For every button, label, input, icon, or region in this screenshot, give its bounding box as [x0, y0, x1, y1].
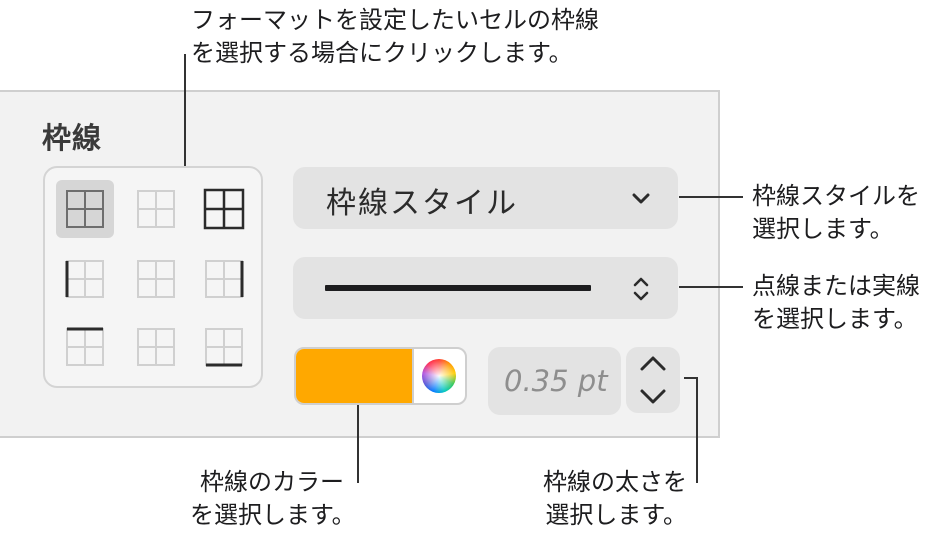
callout-border-color: 枠線のカラー を選択します。	[190, 466, 356, 532]
all-borders-icon	[66, 190, 104, 228]
callout-line: 点線または実線	[752, 272, 920, 300]
leader-line	[679, 286, 743, 288]
border-selector	[43, 166, 263, 388]
line-type-popup[interactable]	[293, 257, 678, 319]
callout-line-type: 点線または実線 を選択します。	[752, 270, 920, 336]
leader-line	[696, 377, 698, 483]
chevron-down-icon[interactable]	[637, 385, 669, 407]
callout-border-grid: フォーマットを設定したいセルの枠線 を選択する場合にクリックします。	[191, 4, 599, 70]
border-style-label: 枠線スタイル	[326, 186, 518, 221]
inside-vertical-border-button[interactable]	[127, 250, 185, 308]
callout-line: を選択します。	[190, 501, 356, 529]
callout-border-style: 枠線スタイルを 選択します。	[752, 180, 920, 246]
border-width-field[interactable]: 0.35 pt	[488, 347, 621, 415]
up-down-chevron-icon	[633, 277, 649, 301]
outside-borders-button[interactable]	[195, 180, 253, 238]
callout-border-width: 枠線の太さを 選択します。	[533, 466, 687, 532]
leader-line	[184, 54, 186, 166]
border-width-stepper[interactable]	[626, 347, 680, 413]
section-title: 枠線	[42, 121, 103, 155]
left-border-icon	[65, 260, 104, 298]
callout-line: を選択します。	[752, 305, 918, 333]
callout-line: を選択する場合にクリックします。	[191, 39, 573, 67]
border-color-well[interactable]	[294, 347, 467, 405]
color-swatch[interactable]	[296, 349, 414, 403]
left-border-button[interactable]	[56, 250, 114, 308]
callout-line: フォーマットを設定したいセルの枠線	[191, 6, 599, 34]
right-border-button[interactable]	[195, 250, 253, 308]
chevron-up-icon[interactable]	[637, 353, 669, 375]
callout-line: 枠線のカラー	[200, 468, 344, 496]
top-border-icon	[66, 327, 104, 366]
right-border-icon	[205, 260, 244, 298]
callout-line: 選択します。	[752, 215, 894, 243]
color-wheel-icon[interactable]	[422, 359, 456, 393]
solid-line-sample	[325, 285, 591, 291]
chevron-down-icon	[632, 193, 650, 204]
callout-line: 選択します。	[545, 501, 687, 529]
all-borders-button[interactable]	[56, 180, 114, 238]
callout-line: 枠線スタイルを	[752, 182, 920, 210]
inside-borders-button[interactable]	[127, 180, 185, 238]
top-border-button[interactable]	[56, 318, 114, 376]
border-width-value: 0.35 pt	[504, 364, 608, 398]
outside-borders-icon	[203, 188, 245, 230]
bottom-border-icon	[205, 328, 243, 367]
inside-horizontal-border-button[interactable]	[127, 318, 185, 376]
inside-horizontal-border-icon	[137, 328, 175, 366]
leader-line	[357, 405, 359, 483]
inside-borders-icon	[137, 190, 175, 228]
border-style-popup[interactable]: 枠線スタイル	[293, 167, 678, 229]
inside-vertical-border-icon	[137, 260, 175, 298]
leader-line	[679, 196, 743, 198]
callout-line: 枠線の太さを	[543, 468, 687, 496]
bottom-border-button[interactable]	[195, 318, 253, 376]
